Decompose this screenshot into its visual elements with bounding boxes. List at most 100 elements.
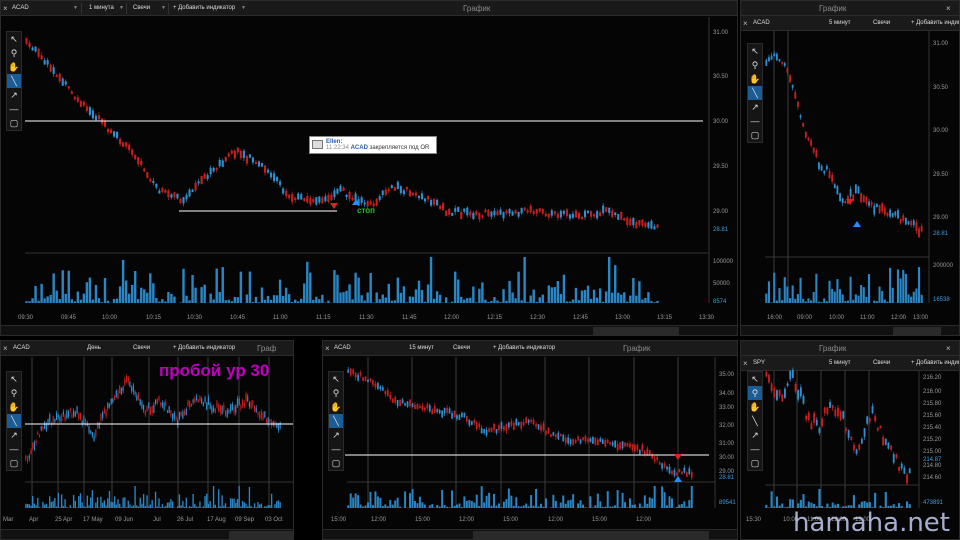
- time-scrollbar[interactable]: [323, 529, 737, 539]
- candle: [402, 190, 405, 195]
- time-scrollbar[interactable]: [1, 529, 293, 539]
- volume-bar: [255, 507, 257, 508]
- candle: [510, 421, 513, 426]
- right-top-candlestick-chart[interactable]: 31.00 30.50 30.00 29.50 29.00 28.81 200000 1653…: [741, 1, 960, 336]
- time-tick-label: 15:00: [331, 517, 347, 523]
- volume-tick-label: 8574: [713, 299, 727, 305]
- candle: [279, 422, 281, 429]
- candle: [231, 403, 233, 411]
- candle: [57, 414, 59, 418]
- candle: [565, 209, 568, 217]
- volume-bar: [454, 271, 457, 303]
- candle: [658, 462, 661, 465]
- candle: [488, 428, 490, 432]
- volume-bar: [233, 296, 237, 303]
- candle: [530, 419, 532, 422]
- volume-bar: [825, 301, 828, 303]
- price-tick-label: 29.50: [713, 164, 729, 170]
- time-scrollbar[interactable]: [741, 325, 959, 335]
- volume-bar: [463, 496, 466, 508]
- main-candlestick-chart[interactable]: 31.00 30.50 30.00 29.50 29.00 28.81 100000 5000…: [1, 1, 738, 336]
- volume-bar: [129, 504, 131, 508]
- candle: [95, 429, 97, 437]
- candle: [242, 400, 244, 407]
- volume-bar: [409, 493, 412, 508]
- candle: [887, 442, 890, 449]
- candle: [495, 428, 498, 433]
- volume-bar: [149, 273, 152, 303]
- candle: [892, 454, 895, 463]
- candle: [357, 374, 359, 381]
- volume-bar: [502, 289, 505, 303]
- candle: [248, 402, 251, 407]
- volume-bar: [209, 293, 212, 303]
- volume-bar: [293, 299, 297, 303]
- volume-bar: [820, 302, 823, 303]
- candle: [252, 400, 254, 406]
- volume-bar: [258, 504, 261, 508]
- volume-bar: [81, 502, 83, 508]
- volume-bar: [384, 297, 387, 303]
- candle: [436, 199, 439, 206]
- candle: [493, 424, 495, 430]
- volume-bar: [643, 495, 646, 508]
- volume-bar: [423, 504, 426, 508]
- candle: [203, 173, 206, 179]
- volume-bar: [838, 289, 842, 303]
- candle: [850, 436, 853, 440]
- candle: [876, 428, 879, 431]
- volume-bar: [26, 503, 29, 508]
- volume-bar: [647, 292, 650, 303]
- volume-bar: [185, 497, 187, 508]
- volume-bar: [525, 503, 528, 508]
- candle: [168, 406, 170, 413]
- candle: [318, 196, 321, 203]
- volume-bar: [523, 257, 526, 303]
- volume-bar: [354, 493, 357, 508]
- volume-bar: [278, 279, 282, 303]
- volume-bar: [134, 486, 136, 508]
- candle: [362, 377, 364, 382]
- candle: [553, 211, 556, 215]
- candle: [254, 161, 258, 164]
- candle: [128, 144, 131, 151]
- candle: [879, 425, 882, 429]
- time-tick-label: 12:30: [530, 315, 546, 321]
- candle: [860, 193, 863, 203]
- volume-bar: [327, 300, 330, 303]
- annotation-text: пробой ур 30: [159, 361, 270, 380]
- candle: [690, 472, 693, 478]
- volume-bar: [436, 504, 439, 508]
- candle: [143, 404, 145, 411]
- candle: [194, 398, 196, 403]
- volume-bar: [79, 299, 83, 303]
- candle: [629, 443, 631, 448]
- time-tick-label: 12:00: [636, 517, 652, 523]
- volume-bar: [505, 499, 508, 508]
- volume-bar: [496, 300, 499, 303]
- candle: [195, 396, 198, 401]
- volume-bar: [584, 507, 587, 508]
- volume-bar: [620, 294, 623, 303]
- volume-bar: [112, 298, 116, 303]
- candle: [276, 177, 279, 182]
- candle: [574, 440, 577, 443]
- candle: [810, 140, 813, 146]
- price-tick-label: 30.00: [719, 455, 735, 461]
- bottom-middle-candlestick-chart[interactable]: 35.0034.0033.0032.0031.0030.0029.0028.81…: [323, 341, 738, 540]
- volume-bar: [786, 506, 789, 508]
- volume-bar: [480, 486, 483, 508]
- stop-label: стоп: [357, 206, 375, 215]
- volume-bar: [878, 286, 881, 303]
- volume-bar: [455, 504, 458, 508]
- candle: [520, 421, 523, 429]
- candle: [580, 216, 584, 219]
- time-tick-label: 10:00: [102, 315, 118, 321]
- volume-bar: [50, 501, 53, 508]
- candle: [61, 78, 64, 86]
- volume-bar: [83, 505, 85, 508]
- time-scrollbar[interactable]: [1, 325, 737, 335]
- candle: [589, 438, 592, 442]
- volume-bar: [90, 497, 92, 508]
- candle: [445, 210, 448, 216]
